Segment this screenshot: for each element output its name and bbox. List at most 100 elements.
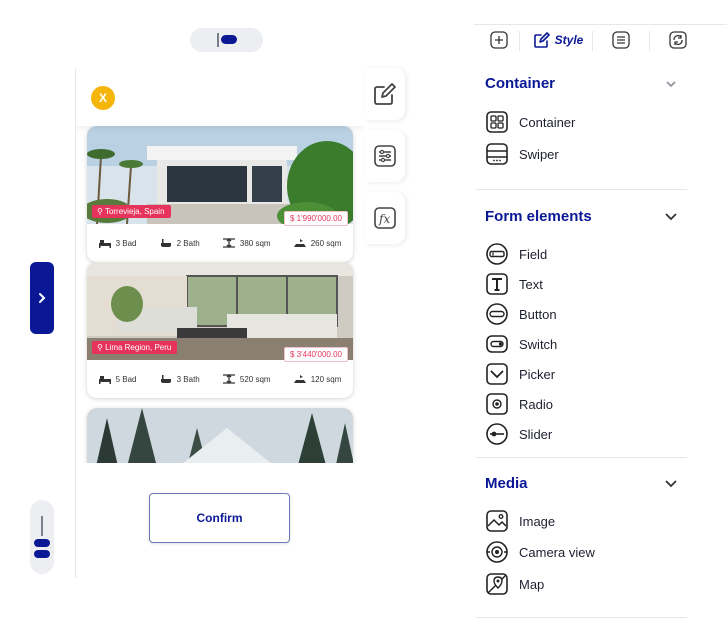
component-text[interactable]: Text [485, 272, 543, 296]
section-title-container[interactable]: Container [485, 75, 555, 92]
component-container[interactable]: Container [485, 110, 575, 134]
canvas-side-tools: fx [365, 68, 405, 246]
lot-feature: 260 sqm [293, 238, 342, 248]
chevron-down-icon[interactable] [662, 207, 680, 225]
component-button[interactable]: Button [485, 302, 557, 326]
preview-header: X [76, 68, 364, 126]
component-label: Switch [519, 336, 558, 352]
tab-sync[interactable] [667, 27, 689, 53]
lot-icon [293, 239, 306, 247]
component-image[interactable]: Image [485, 509, 555, 533]
bed-icon [98, 240, 111, 248]
map-icon [486, 573, 508, 595]
phone-preview[interactable]: X ⚲ Torrevieja, Spain $ 1'990'000.00 3 B… [76, 68, 364, 463]
location-badge: ⚲ Torrevieja, Spain [92, 205, 171, 218]
listing-card[interactable]: ⚲ Torrevieja, Spain $ 1'990'000.00 3 Bad… [87, 126, 353, 262]
section-title-media[interactable]: Media [485, 475, 528, 492]
edit-icon [374, 83, 396, 105]
toggle-divider [217, 33, 219, 47]
zoom-slider[interactable] [30, 500, 54, 574]
function-icon: fx [374, 207, 396, 229]
tab-style[interactable]: Style [530, 27, 586, 53]
sliders-icon [374, 145, 396, 167]
area-feature: 520 sqm [222, 374, 271, 384]
tab-separator [592, 31, 593, 51]
section-title-form-elements[interactable]: Form elements [485, 208, 592, 225]
radio-icon [486, 393, 508, 415]
area-text: 380 sqm [239, 238, 271, 248]
component-label: Radio [519, 396, 553, 412]
svg-text:fx: fx [378, 212, 390, 226]
slider-icon [486, 423, 508, 445]
camera-icon [486, 541, 508, 563]
listing-photo [87, 408, 353, 463]
plus-box-icon [490, 31, 508, 49]
component-swiper[interactable]: Swiper [485, 142, 559, 166]
component-map[interactable]: Map [485, 572, 544, 596]
component-slider[interactable]: Slider [485, 422, 552, 446]
beds-text: 3 Bad [115, 238, 137, 248]
expand-left-panel-button[interactable] [30, 262, 54, 334]
tab-add[interactable] [488, 27, 510, 53]
edit-tool-button[interactable] [365, 68, 405, 120]
lot-feature: 120 sqm [293, 374, 342, 384]
chevron-down-icon[interactable] [662, 474, 680, 492]
lot-icon [293, 375, 306, 383]
bed-icon [98, 376, 111, 384]
component-picker[interactable]: Picker [485, 362, 555, 386]
lot-text: 120 sqm [310, 374, 342, 384]
price-tag: $ 1'990'000.00 [284, 211, 348, 226]
component-switch[interactable]: Switch [485, 332, 557, 356]
location-text: Lima Region, Peru [105, 343, 172, 352]
close-button[interactable]: X [91, 86, 115, 110]
tab-style-label: Style [554, 33, 584, 47]
toggle-knob[interactable] [221, 35, 237, 44]
baths-feature: 2 Bath [160, 238, 200, 248]
settings-tool-button[interactable] [365, 130, 405, 182]
listing-photo: ⚲ Lima Region, Peru $ 3'440'000.00 [87, 262, 353, 362]
area-feature: 380 sqm [222, 238, 271, 248]
zoom-slider-knob[interactable] [34, 539, 50, 547]
confirm-button[interactable]: Confirm [149, 493, 290, 543]
component-radio[interactable]: Radio [485, 392, 553, 416]
chevron-down-icon[interactable] [662, 75, 680, 93]
listing-features: 5 Bad 3 Bath 520 sqm 120 sqm [87, 360, 353, 398]
component-label: Map [519, 576, 545, 592]
image-icon [486, 510, 508, 532]
section-divider [476, 617, 687, 618]
cabin-photo [87, 408, 353, 463]
function-tool-button[interactable]: fx [365, 192, 405, 244]
tab-separator [649, 31, 650, 51]
edit-icon [533, 32, 550, 48]
baths-text: 2 Bath [176, 238, 200, 248]
component-label: Button [519, 306, 557, 322]
component-label: Picker [519, 366, 556, 382]
section-divider [476, 457, 687, 458]
component-camera-view[interactable]: Camera view [485, 540, 595, 564]
beds-text: 5 Bad [115, 374, 137, 384]
section-divider [476, 189, 687, 190]
tab-separator [519, 31, 520, 51]
text-icon [486, 273, 508, 295]
grid-icon [486, 111, 508, 133]
refresh-icon [669, 31, 687, 49]
component-label: Slider [519, 426, 553, 442]
listing-card[interactable]: ⚲ Lima Region, Peru $ 3'440'000.00 5 Bad… [87, 262, 353, 398]
component-label: Image [519, 513, 556, 529]
switch-icon [486, 335, 508, 353]
listing-card[interactable] [87, 408, 353, 463]
bath-icon [160, 375, 171, 383]
baths-feature: 3 Bath [160, 374, 200, 384]
listing-features: 3 Bad 2 Bath 380 sqm 260 sqm [87, 224, 353, 262]
lot-text: 260 sqm [310, 238, 342, 248]
zoom-slider-knob-secondary[interactable] [34, 550, 50, 558]
area-text: 520 sqm [239, 374, 271, 384]
bath-icon [160, 239, 171, 247]
list-icon [612, 31, 630, 49]
location-text: Torrevieja, Spain [104, 207, 165, 216]
canvas-view-toggle[interactable] [190, 28, 263, 52]
beds-feature: 3 Bad [98, 238, 137, 248]
location-badge: ⚲ Lima Region, Peru [92, 341, 178, 354]
component-field[interactable]: Field [485, 242, 547, 266]
tab-list[interactable] [610, 27, 632, 53]
